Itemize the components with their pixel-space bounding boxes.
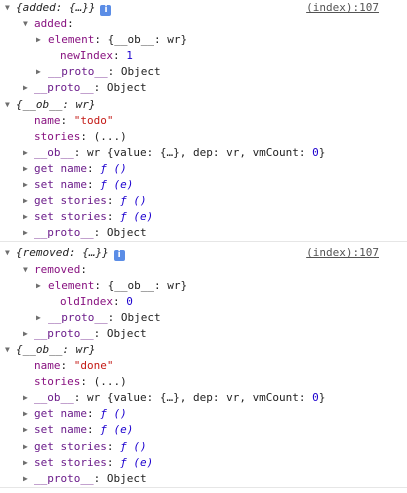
collapsed-triangle-icon[interactable]: ▶ [23, 209, 28, 225]
expanded-triangle-icon[interactable]: ▼ [23, 262, 28, 278]
tree-row[interactable]: stories: (...) [0, 129, 407, 145]
collapsed-triangle-icon[interactable]: ▶ [23, 161, 28, 177]
collapsed-triangle-icon[interactable]: ▶ [23, 145, 28, 161]
info-icon[interactable]: i [100, 5, 112, 16]
object-summary[interactable]: {removed: {…}} i [16, 245, 125, 262]
element-property: element: {__ob__: wr} [48, 278, 188, 292]
proto-property: __proto__: Object [48, 65, 161, 79]
tree-row[interactable]: ▶ element: {__ob__: wr} [0, 32, 407, 48]
proto-property: __proto__: Object [48, 310, 161, 324]
source-link[interactable]: (index):107 [306, 0, 379, 16]
collapsed-triangle-icon[interactable]: ▶ [23, 471, 28, 487]
property-key: removed: [34, 262, 87, 276]
property-key: added: [34, 17, 74, 31]
collapsed-triangle-icon[interactable]: ▶ [23, 193, 28, 209]
object-summary-row[interactable]: ▼ {__ob__: wr} [0, 342, 407, 358]
tree-row: oldIndex: 0 [0, 294, 407, 310]
getter-property: get stories: ƒ () [34, 194, 147, 208]
getter-property: get name: ƒ () [34, 407, 127, 421]
tree-row[interactable]: ▶ __ob__: wr {value: {…}, dep: vr, vmCou… [0, 145, 407, 161]
tree-row[interactable]: stories: (...) [0, 374, 407, 390]
object-summary-row[interactable]: ▼ {__ob__: wr} [0, 97, 407, 113]
index-property: oldIndex: 0 [60, 294, 133, 308]
tree-row: name: "done" [0, 358, 407, 374]
object-summary-row[interactable]: ▼ {added: {…}} i (index):107 [0, 0, 407, 16]
collapsed-triangle-icon[interactable]: ▶ [23, 177, 28, 193]
collapsed-triangle-icon[interactable]: ▶ [23, 439, 28, 455]
setter-property: set name: ƒ (e) [34, 423, 134, 437]
collapsed-triangle-icon[interactable]: ▶ [23, 406, 28, 422]
ob-property: __ob__: wr {value: {…}, dep: vr, vmCount… [34, 145, 326, 159]
tree-row[interactable]: ▶ get stories: ƒ () [0, 193, 407, 209]
log-entry: ▼ {added: {…}} i (index):107 ▼ added: ▶ e… [0, 0, 407, 243]
getter-property: get name: ƒ () [34, 161, 127, 175]
tree-row[interactable]: ▶ set stories: ƒ (e) [0, 455, 407, 471]
getter-property: get stories: ƒ () [34, 439, 147, 453]
expanded-triangle-icon[interactable]: ▼ [5, 0, 10, 16]
tree-row[interactable]: ▶ set stories: ƒ (e) [0, 209, 407, 225]
stories-property[interactable]: stories: (...) [34, 374, 127, 390]
expanded-triangle-icon[interactable]: ▼ [5, 97, 10, 113]
tree-row[interactable]: ▶ __proto__: Object [0, 80, 407, 96]
collapsed-triangle-icon[interactable]: ▶ [36, 64, 41, 80]
tree-row[interactable]: ▶ get name: ƒ () [0, 161, 407, 177]
tree-row[interactable]: ▶ set name: ƒ (e) [0, 422, 407, 438]
tree-row[interactable]: ▶ get stories: ƒ () [0, 439, 407, 455]
tree-row[interactable]: ▶ __proto__: Object [0, 64, 407, 80]
expanded-triangle-icon[interactable]: ▼ [5, 342, 10, 358]
log-entry: ▼ {removed: {…}} i (index):107 ▼ removed:… [0, 245, 407, 488]
tree-row[interactable]: ▶ set name: ƒ (e) [0, 177, 407, 193]
setter-property: set name: ƒ (e) [34, 178, 134, 192]
info-icon[interactable]: i [113, 250, 125, 262]
object-summary[interactable]: {__ob__: wr} [16, 342, 95, 358]
proto-property: __proto__: Object [34, 81, 147, 95]
object-summary-row[interactable]: ▼ {removed: {…}} i (index):107 [0, 245, 407, 262]
tree-row[interactable]: ▼ removed: [0, 262, 407, 278]
tree-row[interactable]: ▶ get name: ƒ () [0, 406, 407, 422]
tree-row[interactable]: ▶ __ob__: wr {value: {…}, dep: vr, vmCou… [0, 390, 407, 406]
proto-property: __proto__: Object [34, 326, 147, 340]
proto-property: __proto__: Object [34, 471, 147, 485]
collapsed-triangle-icon[interactable]: ▶ [23, 326, 28, 342]
tree-row[interactable]: ▼ added: [0, 16, 407, 32]
name-property: name: "done" [34, 359, 114, 373]
tree-row[interactable]: ▶ __proto__: Object [0, 225, 407, 241]
collapsed-triangle-icon[interactable]: ▶ [36, 32, 41, 48]
tree-row: newIndex: 1 [0, 48, 407, 64]
tree-row[interactable]: ▶ __proto__: Object [0, 310, 407, 326]
proto-property: __proto__: Object [34, 226, 147, 240]
collapsed-triangle-icon[interactable]: ▶ [23, 80, 28, 96]
tree-row[interactable]: ▶ __proto__: Object [0, 326, 407, 342]
index-property: newIndex: 1 [60, 49, 133, 63]
expanded-triangle-icon[interactable]: ▼ [5, 245, 10, 261]
setter-property: set stories: ƒ (e) [34, 455, 154, 469]
name-property: name: "todo" [34, 113, 114, 127]
tree-row: name: "todo" [0, 113, 407, 129]
source-link[interactable]: (index):107 [306, 245, 379, 261]
element-property: element: {__ob__: wr} [48, 33, 188, 47]
setter-property: set stories: ƒ (e) [34, 210, 154, 224]
tree-row[interactable]: ▶ element: {__ob__: wr} [0, 278, 407, 294]
collapsed-triangle-icon[interactable]: ▶ [23, 390, 28, 406]
collapsed-triangle-icon[interactable]: ▶ [23, 225, 28, 241]
object-summary[interactable]: {added: {…}} i [16, 0, 112, 16]
collapsed-triangle-icon[interactable]: ▶ [23, 422, 28, 438]
collapsed-triangle-icon[interactable]: ▶ [36, 310, 41, 326]
collapsed-triangle-icon[interactable]: ▶ [36, 278, 41, 294]
stories-property[interactable]: stories: (...) [34, 129, 127, 145]
collapsed-triangle-icon[interactable]: ▶ [23, 455, 28, 471]
expanded-triangle-icon[interactable]: ▼ [23, 16, 28, 32]
tree-row[interactable]: ▶ __proto__: Object [0, 471, 407, 487]
console-log: ▼ {added: {…}} i (index):107 ▼ added: ▶ e… [0, 0, 407, 488]
ob-property: __ob__: wr {value: {…}, dep: vr, vmCount… [34, 391, 326, 405]
object-summary[interactable]: {__ob__: wr} [16, 97, 95, 113]
